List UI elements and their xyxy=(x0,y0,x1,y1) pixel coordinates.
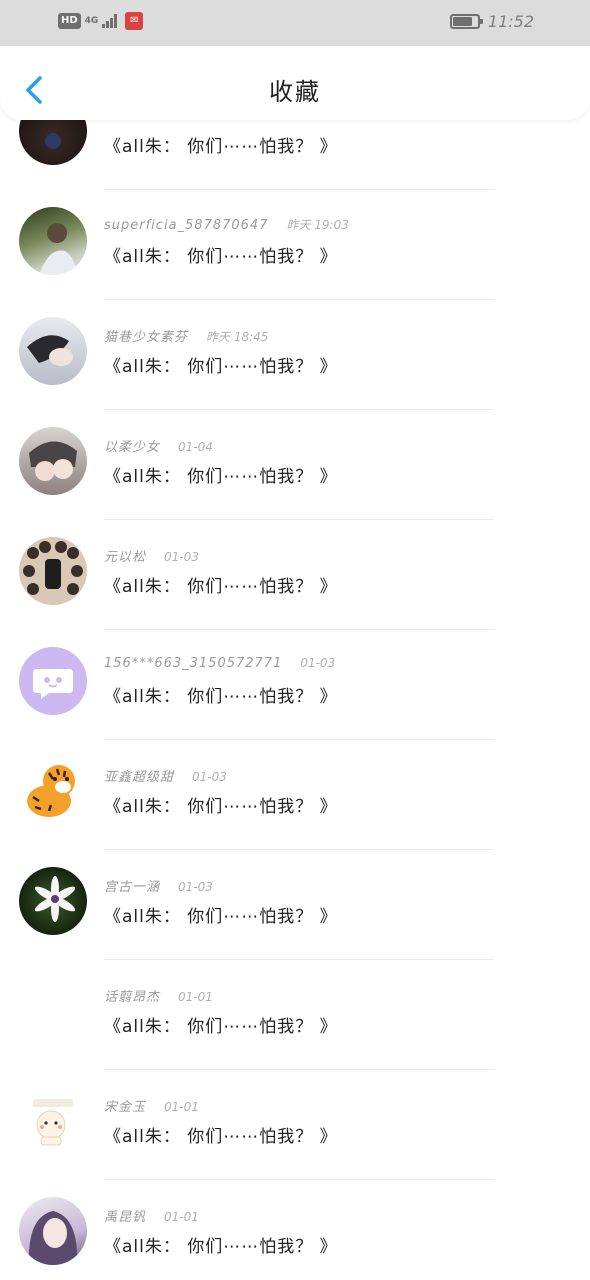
username: 156***663_3150572771 xyxy=(104,656,283,671)
timestamp: 01-01 xyxy=(178,990,213,1004)
tiger-icon xyxy=(27,765,75,817)
avatar[interactable] xyxy=(19,647,87,715)
username: 话翦昂杰 xyxy=(104,990,161,1005)
list-item[interactable]: 156***663_3150572771 01-03 《all朱： 你们⋯⋯怕我… xyxy=(0,630,590,740)
flower-icon xyxy=(34,876,76,922)
username: superficia_587870647 xyxy=(104,218,269,233)
avatar[interactable] xyxy=(19,1197,87,1265)
app-notification-icon: ✉ xyxy=(125,12,144,30)
username: 以柔少女 xyxy=(104,440,161,455)
item-title: 《all朱： 你们⋯⋯怕我？ 》 xyxy=(104,1127,338,1147)
avatar[interactable] xyxy=(19,317,87,385)
item-title: 《all朱： 你们⋯⋯怕我？ 》 xyxy=(104,907,338,927)
chat-bubble-icon xyxy=(33,669,73,699)
item-meta: 元以松 01-03 xyxy=(104,546,199,565)
avatar[interactable] xyxy=(19,537,87,605)
item-meta: 话翦昂杰 01-01 xyxy=(104,986,213,1005)
list-item[interactable]: 宋金玉 01-01 《all朱： 你们⋯⋯怕我？ 》 xyxy=(0,1070,590,1180)
avatar[interactable] xyxy=(19,977,87,1045)
username: 宫古一涵 xyxy=(104,880,161,895)
item-meta: 以柔少女 01-04 xyxy=(104,436,213,455)
username: 禹昆钒 xyxy=(104,1210,147,1225)
timestamp: 01-03 xyxy=(164,550,199,564)
timestamp: 01-03 xyxy=(192,770,227,784)
item-title: 《all朱： 你们⋯⋯怕我？ 》 xyxy=(104,357,338,377)
timestamp: 01-03 xyxy=(300,656,336,670)
cartoon-sticker-icon xyxy=(33,1099,73,1146)
status-right: 11:52 xyxy=(449,12,534,31)
item-meta: 禹昆钒 01-01 xyxy=(104,1206,199,1225)
item-title: 《all朱： 你们⋯⋯怕我？ 》 xyxy=(104,577,338,597)
network-type: 4G xyxy=(84,15,99,26)
status-left: HD 4G ✉ xyxy=(58,12,144,30)
list-item[interactable]: 宫古一涵 01-03 《all朱： 你们⋯⋯怕我？ 》 xyxy=(0,850,590,960)
username: 亚鑫超级甜 xyxy=(104,770,175,785)
timestamp: 01-04 xyxy=(178,440,213,454)
status-bar: HD 4G ✉ 11:52 xyxy=(0,0,590,46)
favorites-list: 《all朱： 你们⋯⋯怕我？ 》 superficia_587870647 昨天… xyxy=(0,100,590,1280)
list-item[interactable]: superficia_587870647 昨天 19:03 《all朱： 你们⋯… xyxy=(0,190,590,300)
username: 元以松 xyxy=(104,550,147,565)
list-item[interactable]: 话翦昂杰 01-01 《all朱： 你们⋯⋯怕我？ 》 xyxy=(0,960,590,1070)
avatar[interactable] xyxy=(19,207,87,275)
item-title: 《all朱： 你们⋯⋯怕我？ 》 xyxy=(104,687,338,707)
item-title: 《all朱： 你们⋯⋯怕我？ 》 xyxy=(104,1237,338,1257)
avatar[interactable] xyxy=(19,757,87,825)
list-item[interactable]: 猫巷少女素芬 昨天 18:45 《all朱： 你们⋯⋯怕我？ 》 xyxy=(0,300,590,410)
item-meta: 亚鑫超级甜 01-03 xyxy=(104,766,227,785)
username: 猫巷少女素芬 xyxy=(104,330,189,345)
avatar[interactable] xyxy=(19,427,87,495)
item-title: 《all朱： 你们⋯⋯怕我？ 》 xyxy=(104,797,338,817)
signal-icon xyxy=(102,14,118,28)
username: 宋金玉 xyxy=(104,1100,147,1115)
item-title: 《all朱： 你们⋯⋯怕我？ 》 xyxy=(104,247,338,267)
list-item[interactable]: 亚鑫超级甜 01-03 《all朱： 你们⋯⋯怕我？ 》 xyxy=(0,740,590,850)
status-time: 11:52 xyxy=(487,12,534,31)
timestamp: 昨天 18:45 xyxy=(206,330,269,344)
timestamp: 01-03 xyxy=(178,880,213,894)
item-meta: 猫巷少女素芬 昨天 18:45 xyxy=(104,326,268,345)
item-meta: superficia_587870647 昨天 19:03 xyxy=(104,216,349,233)
timestamp: 昨天 19:03 xyxy=(286,218,349,232)
item-title: 《all朱： 你们⋯⋯怕我？ 》 xyxy=(104,1017,338,1037)
avatar[interactable] xyxy=(19,867,87,935)
list-item[interactable]: 以柔少女 01-04 《all朱： 你们⋯⋯怕我？ 》 xyxy=(0,410,590,520)
timestamp: 01-01 xyxy=(164,1100,199,1114)
timestamp: 01-01 xyxy=(164,1210,199,1224)
list-item[interactable]: 禹昆钒 01-01 《all朱： 你们⋯⋯怕我？ 》 xyxy=(0,1180,590,1280)
item-meta: 宫古一涵 01-03 xyxy=(104,876,213,895)
page-title: 收藏 xyxy=(269,78,321,106)
nav-header: 收藏 xyxy=(0,46,590,120)
list-item[interactable]: 元以松 01-03 《all朱： 你们⋯⋯怕我？ 》 xyxy=(0,520,590,630)
item-meta: 156***663_3150572771 01-03 xyxy=(104,656,335,671)
battery-icon xyxy=(449,14,483,29)
item-meta: 宋金玉 01-01 xyxy=(104,1096,199,1115)
hd-badge: HD xyxy=(58,13,81,29)
battery-level xyxy=(452,17,473,26)
item-title: 《all朱： 你们⋯⋯怕我？ 》 xyxy=(104,467,338,487)
item-title: 《all朱： 你们⋯⋯怕我？ 》 xyxy=(104,137,338,157)
avatar[interactable] xyxy=(19,1087,87,1155)
